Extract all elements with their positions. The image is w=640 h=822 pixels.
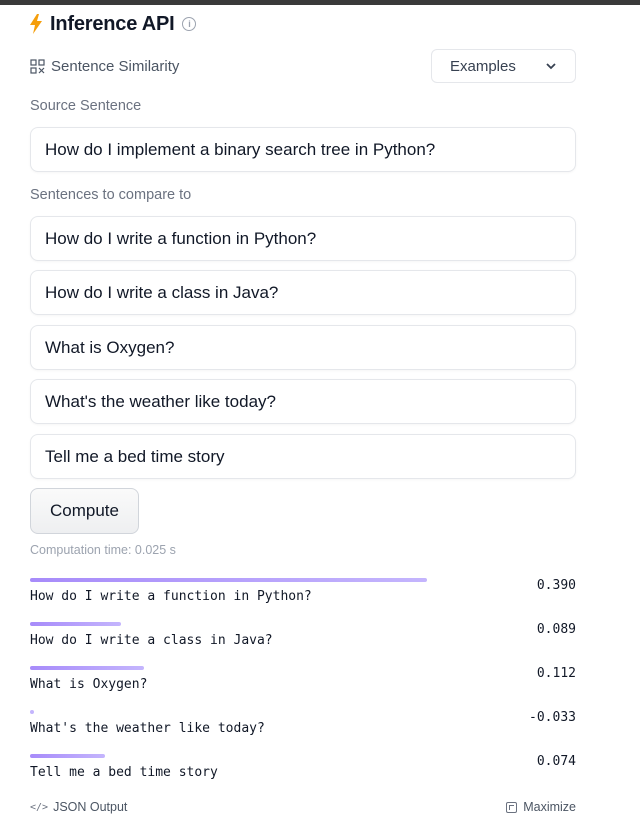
result-row: What's the weather like today? -0.033	[30, 710, 576, 750]
result-sentence: How do I write a function in Python?	[30, 589, 312, 604]
json-output-label: JSON Output	[53, 800, 128, 814]
json-output-button[interactable]: </> JSON Output	[30, 800, 127, 814]
widget-header: Inference API i	[30, 11, 197, 37]
result-row: How do I write a function in Python? 0.3…	[30, 578, 576, 618]
compare-sentence-input[interactable]: What is Oxygen?	[30, 325, 576, 370]
result-sentence: What is Oxygen?	[30, 677, 148, 692]
result-score: -0.033	[529, 710, 576, 725]
result-row: What is Oxygen? 0.112	[30, 666, 576, 706]
compute-button[interactable]: Compute	[30, 488, 139, 534]
task-label: Sentence Similarity	[30, 55, 179, 77]
compare-sentence-input[interactable]: What's the weather like today?	[30, 379, 576, 424]
source-sentence-label: Source Sentence	[30, 98, 142, 114]
examples-dropdown[interactable]: Examples	[431, 49, 576, 83]
page-title: Inference API	[50, 12, 175, 35]
chevron-down-icon	[546, 63, 556, 70]
result-sentence: What's the weather like today?	[30, 721, 265, 736]
score-bar	[30, 666, 144, 670]
result-score: 0.390	[536, 578, 576, 593]
widget-footer: </> JSON Output Maximize	[30, 800, 576, 818]
compare-sentences-label: Sentences to compare to	[30, 187, 192, 203]
score-bar	[30, 754, 105, 758]
examples-label: Examples	[450, 57, 516, 75]
result-sentence: How do I write a class in Java?	[30, 633, 273, 648]
result-row: Tell me a bed time story 0.074	[30, 754, 576, 794]
result-score: 0.089	[536, 622, 576, 637]
computation-time: Computation time: 0.025 s	[30, 543, 176, 557]
lightning-icon	[30, 14, 42, 34]
score-bar	[30, 622, 121, 626]
code-icon: </>	[30, 801, 49, 813]
top-border	[0, 0, 640, 5]
maximize-icon	[506, 801, 518, 813]
maximize-button[interactable]: Maximize	[506, 800, 576, 814]
score-bar	[30, 710, 34, 714]
result-row: How do I write a class in Java? 0.089	[30, 622, 576, 662]
result-score: 0.112	[536, 666, 576, 681]
grid-icon	[30, 58, 45, 74]
task-name: Sentence Similarity	[51, 57, 180, 75]
compare-sentence-input[interactable]: Tell me a bed time story	[30, 434, 576, 479]
maximize-label: Maximize	[523, 800, 576, 814]
score-bar	[30, 578, 427, 582]
compare-sentence-input[interactable]: How do I write a function in Python?	[30, 216, 576, 261]
source-sentence-input[interactable]: How do I implement a binary search tree …	[30, 127, 576, 172]
info-icon[interactable]: i	[182, 17, 197, 31]
compare-sentence-input[interactable]: How do I write a class in Java?	[30, 270, 576, 315]
result-sentence: Tell me a bed time story	[30, 765, 218, 780]
result-score: 0.074	[536, 754, 576, 769]
